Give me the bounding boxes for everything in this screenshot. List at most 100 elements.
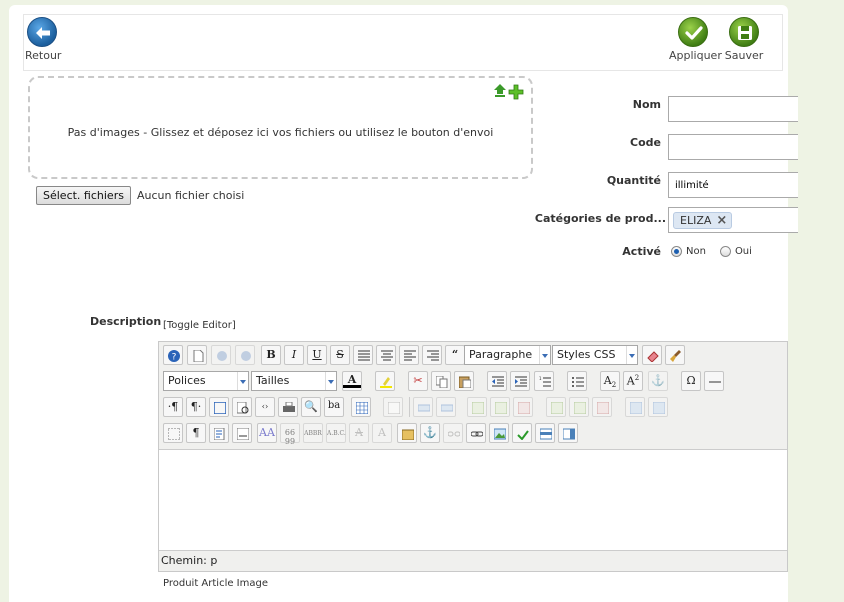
page-break-icon[interactable]	[232, 423, 252, 443]
undo-icon[interactable]	[211, 345, 231, 365]
abbreviation-icon[interactable]: ABBR	[303, 423, 323, 443]
merge-cells-icon[interactable]	[648, 397, 668, 417]
image-anchor-icon[interactable]: ⚓	[420, 423, 440, 443]
align-left-icon[interactable]	[399, 345, 419, 365]
rtl-direction-icon[interactable]: ¶·	[186, 397, 206, 417]
cite-icon[interactable]: 66 99	[280, 423, 300, 446]
unordered-list-icon[interactable]	[567, 371, 587, 391]
ordered-list-icon[interactable]: 1	[534, 371, 554, 391]
fonts-select-value: Polices	[168, 374, 206, 387]
visual-aid-icon[interactable]	[163, 423, 183, 443]
active-radio-non[interactable]	[671, 246, 682, 257]
categories-select[interactable]: ELIZA ×	[668, 207, 798, 233]
eraser-icon[interactable]	[642, 345, 662, 365]
underline-icon[interactable]: U	[307, 345, 327, 365]
sizes-select[interactable]: Tailles	[251, 371, 337, 391]
cut-icon[interactable]: ✂	[408, 371, 428, 391]
special-character-icon[interactable]: Ω	[681, 371, 701, 391]
chevron-down-icon	[237, 372, 248, 390]
outdent-icon[interactable]	[487, 371, 507, 391]
horizontal-rule-icon[interactable]	[704, 371, 724, 391]
cell-props-icon[interactable]	[436, 397, 456, 417]
blockquote-icon[interactable]: “	[445, 345, 465, 365]
styles-select[interactable]: Styles CSS	[552, 345, 638, 365]
anchor-icon[interactable]: ⚓	[648, 371, 668, 391]
table-delete-icon[interactable]	[383, 397, 403, 417]
styles-select-value: Styles CSS	[557, 348, 616, 361]
split-cells-icon[interactable]	[625, 397, 645, 417]
quantity-label: Quantité	[606, 174, 661, 187]
row-after-icon[interactable]	[490, 397, 510, 417]
row-props-icon[interactable]	[413, 397, 433, 417]
col-after-icon[interactable]	[569, 397, 589, 417]
styles-icon[interactable]: AA	[257, 423, 277, 443]
highlight-color-icon[interactable]	[375, 371, 395, 391]
strikethrough-icon[interactable]: S	[330, 345, 350, 365]
col-delete-icon[interactable]	[592, 397, 612, 417]
copy-icon[interactable]	[431, 371, 451, 391]
image-icon[interactable]	[489, 423, 509, 443]
apply-button[interactable]: Appliquer	[669, 15, 722, 62]
name-input[interactable]	[668, 96, 798, 122]
preview-icon[interactable]	[232, 397, 252, 417]
attributes-icon[interactable]	[397, 423, 417, 443]
save-button[interactable]: Sauver	[724, 15, 764, 62]
remove-tag-icon[interactable]: ×	[716, 214, 727, 227]
quantity-input[interactable]	[668, 172, 798, 198]
italic-icon[interactable]: I	[284, 345, 304, 365]
show-blocks-icon[interactable]: ¶	[186, 423, 206, 443]
print-icon[interactable]	[278, 397, 298, 417]
active-radio-group: Non Oui	[671, 246, 752, 257]
col-before-icon[interactable]	[546, 397, 566, 417]
text-color-icon[interactable]: A	[342, 371, 362, 391]
format-select[interactable]: Paragraphe	[464, 345, 551, 365]
redo-icon[interactable]	[235, 345, 255, 365]
svg-text:1: 1	[539, 376, 542, 381]
row-before-icon[interactable]	[467, 397, 487, 417]
active-option-non: Non	[686, 246, 706, 257]
acronym-icon[interactable]: A.B.C.	[326, 423, 346, 443]
back-arrow-icon	[27, 17, 57, 47]
apply-label: Appliquer	[669, 49, 722, 62]
image-dropzone[interactable]: Pas d'images - Glissez et déposez ici vo…	[28, 76, 533, 179]
superscript-icon[interactable]: A2	[623, 371, 643, 391]
new-document-icon[interactable]	[187, 345, 207, 365]
fullscreen-icon[interactable]	[209, 397, 229, 417]
subscript-icon[interactable]: A2	[600, 371, 620, 391]
find-icon[interactable]: 🔍	[301, 397, 321, 417]
row-delete-icon[interactable]	[513, 397, 533, 417]
insertion-icon[interactable]: A	[372, 423, 392, 443]
html-source-icon[interactable]: ‹›	[255, 397, 275, 417]
template-icon[interactable]	[209, 423, 229, 443]
toggle-toolbar-icon[interactable]	[535, 423, 555, 443]
indent-icon[interactable]	[510, 371, 530, 391]
chevron-down-icon	[325, 372, 336, 390]
align-center-icon[interactable]	[376, 345, 396, 365]
layout-icon[interactable]	[558, 423, 578, 443]
top-toolbar: Retour Appliquer Sauver	[23, 14, 783, 71]
paste-icon[interactable]	[454, 371, 474, 391]
help-icon[interactable]: ?	[163, 345, 183, 365]
table-insert-icon[interactable]	[351, 397, 371, 417]
toggle-editor-link[interactable]: [Toggle Editor]	[163, 320, 236, 331]
code-label: Code	[630, 136, 661, 149]
fonts-select[interactable]: Polices	[163, 371, 249, 391]
align-right-icon[interactable]	[422, 345, 442, 365]
select-files-button[interactable]: Sélect. fichiers	[36, 186, 131, 205]
active-label: Activé	[622, 245, 661, 258]
back-button[interactable]: Retour	[25, 15, 62, 62]
spellcheck-icon[interactable]	[512, 423, 532, 443]
active-radio-oui[interactable]	[719, 246, 731, 257]
back-label: Retour	[25, 49, 62, 62]
cleanup-broom-icon[interactable]	[665, 345, 685, 365]
bold-icon[interactable]: B	[261, 345, 281, 365]
deletion-icon[interactable]: A	[349, 423, 369, 443]
dropzone-message: Pas d'images - Glissez et déposez ici vo…	[67, 126, 494, 139]
upload-add-icon[interactable]	[493, 82, 525, 103]
align-justify-icon[interactable]	[353, 345, 373, 365]
code-input[interactable]	[668, 134, 798, 160]
ltr-direction-icon[interactable]: ·¶	[163, 397, 183, 417]
unlink-icon[interactable]	[443, 423, 463, 443]
replace-icon[interactable]: ba	[324, 397, 344, 417]
link-icon[interactable]	[466, 423, 486, 443]
